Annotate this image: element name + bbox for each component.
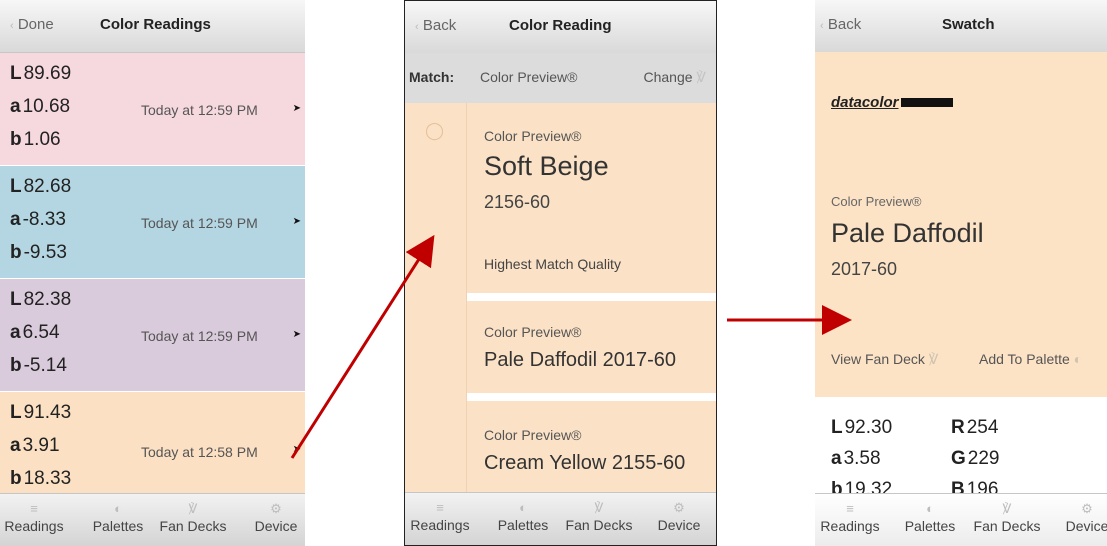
flow-arrows — [290, 234, 852, 459]
flow-arrow — [290, 234, 435, 459]
